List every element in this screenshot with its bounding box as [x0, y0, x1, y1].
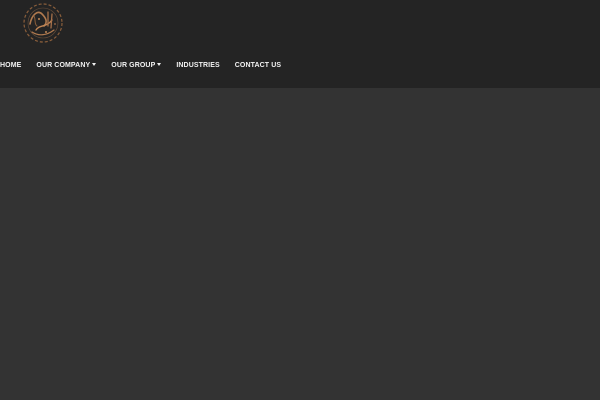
nav-home-label: HOME [0, 61, 22, 69]
site-header: HOME OUR COMPANY OUR GROUP INDUSTRIES CO… [0, 0, 600, 88]
nav-our-company-label: OUR COMPANY [36, 61, 91, 69]
main-nav: HOME OUR COMPANY OUR GROUP INDUSTRIES CO… [0, 58, 281, 72]
nav-contact-us[interactable]: CONTACT US [235, 62, 281, 69]
nav-contact-us-label: CONTACT US [234, 61, 282, 69]
nav-home[interactable]: HOME [0, 62, 21, 69]
nav-our-company[interactable]: OUR COMPANY [36, 61, 97, 69]
caret-down-icon [92, 62, 97, 66]
nav-our-group[interactable]: OUR GROUP [111, 61, 162, 69]
nav-industries[interactable]: INDUSTRIES [176, 62, 219, 69]
main-content [0, 88, 600, 400]
nav-industries-label: INDUSTRIES [176, 61, 220, 69]
caret-down-icon [157, 62, 162, 66]
arabic-calligraphy-logo-icon [23, 3, 63, 43]
logo[interactable] [22, 2, 64, 44]
nav-our-group-label: OUR GROUP [111, 61, 156, 69]
